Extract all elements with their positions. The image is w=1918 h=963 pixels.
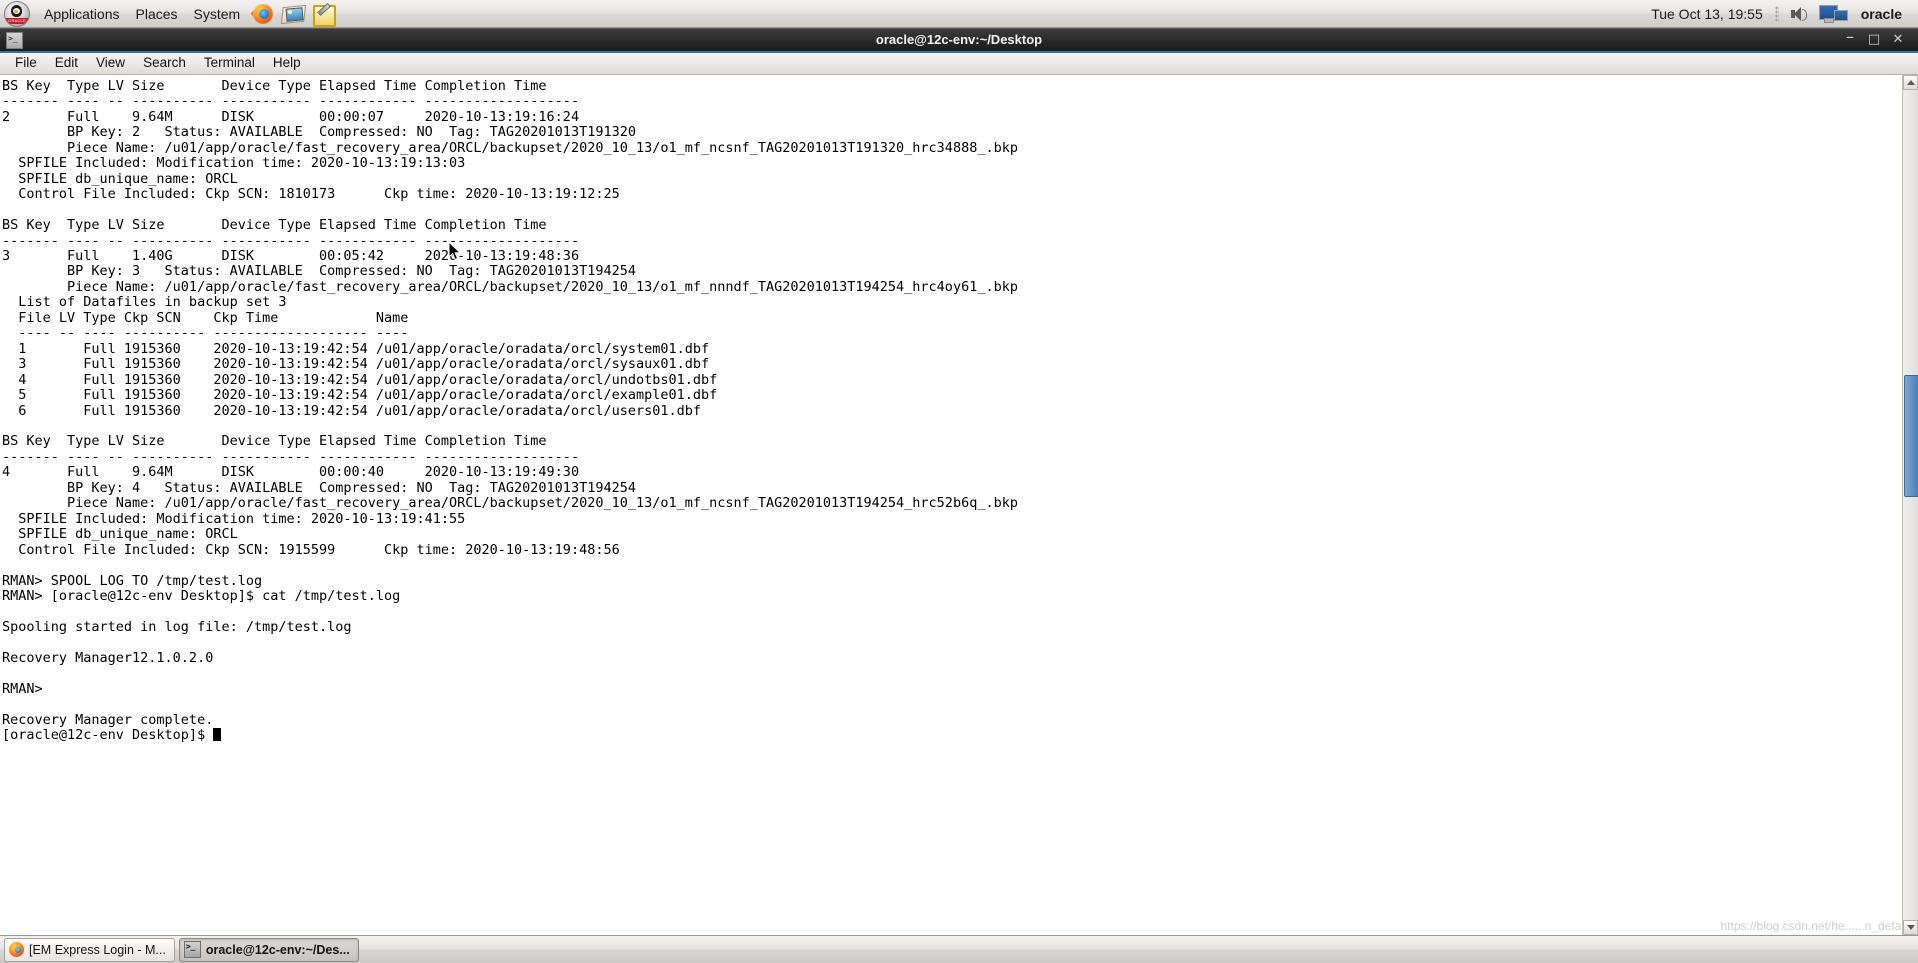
username-menu[interactable]: oracle (1853, 3, 1910, 25)
terminal-output-text: BS Key Type LV Size Device Type Elapsed … (2, 78, 1018, 744)
top-panel: ORACLE Applications Places System Tue Oc… (0, 0, 1918, 28)
terminal-output[interactable]: BS Key Type LV Size Device Type Elapsed … (0, 75, 1902, 935)
terminal-menubar: File Edit View Search Terminal Help (0, 51, 1918, 75)
menu-edit[interactable]: Edit (46, 52, 87, 74)
volume-icon[interactable] (1787, 3, 1809, 25)
scrollbar-thumb[interactable] (1904, 375, 1918, 497)
menu-applications[interactable]: Applications (36, 2, 128, 26)
scrollbar-up-arrow-icon[interactable] (1903, 75, 1918, 90)
terminal-cursor (213, 728, 222, 742)
window-buttons: – □ ✕ (1838, 27, 1918, 50)
maximize-button[interactable]: □ (1862, 30, 1886, 50)
image-viewer-launcher-icon[interactable] (280, 2, 307, 26)
terminal-icon (183, 939, 201, 958)
menu-system[interactable]: System (186, 2, 249, 26)
clock[interactable]: Tue Oct 13, 19:55 (1643, 3, 1771, 25)
oracle-linux-logo-icon: ORACLE (4, 0, 30, 27)
terminal-window: oracle@12c-env:~/Desktop – □ ✕ File Edit… (0, 28, 1918, 935)
menu-search[interactable]: Search (134, 52, 195, 74)
top-panel-right: Tue Oct 13, 19:55 oracle (1643, 0, 1918, 27)
menu-view[interactable]: View (87, 52, 134, 74)
firefox-launcher-icon[interactable] (250, 2, 276, 26)
close-icon: ✕ (1892, 32, 1904, 47)
menu-terminal[interactable]: Terminal (195, 52, 264, 74)
minimize-button[interactable]: – (1838, 27, 1862, 50)
firefox-icon (9, 942, 24, 957)
menu-file[interactable]: File (6, 52, 46, 74)
taskbar: [EM Express Login - M... oracle@12c-env:… (0, 935, 1918, 963)
menu-help[interactable]: Help (264, 52, 310, 74)
maximize-icon: □ (1867, 32, 1881, 47)
text-editor-launcher-icon[interactable] (310, 2, 337, 27)
terminal-icon (6, 31, 23, 49)
window-title: oracle@12c-env:~/Desktop (875, 32, 1043, 47)
close-button[interactable]: ✕ (1886, 30, 1910, 50)
taskbar-item-terminal-label: oracle@12c-env:~/Des... (205, 942, 350, 957)
taskbar-item-firefox[interactable]: [EM Express Login - M... (4, 937, 175, 962)
terminal-scrollbar[interactable] (1902, 75, 1918, 935)
taskbar-item-firefox-label: [EM Express Login - M... (29, 942, 166, 957)
terminal-body[interactable]: BS Key Type LV Size Device Type Elapsed … (0, 75, 1918, 935)
minimize-icon: – (1846, 27, 1854, 46)
panel-separator (1774, 5, 1779, 22)
taskbar-item-terminal[interactable]: oracle@12c-env:~/Des... (178, 937, 359, 962)
logo-label: ORACLE (5, 17, 29, 24)
menu-places[interactable]: Places (128, 2, 186, 26)
top-panel-left: ORACLE Applications Places System (0, 0, 338, 27)
display-icon[interactable] (1818, 3, 1848, 25)
window-titlebar[interactable]: oracle@12c-env:~/Desktop – □ ✕ (0, 27, 1918, 53)
scrollbar-down-arrow-icon[interactable] (1903, 920, 1918, 935)
